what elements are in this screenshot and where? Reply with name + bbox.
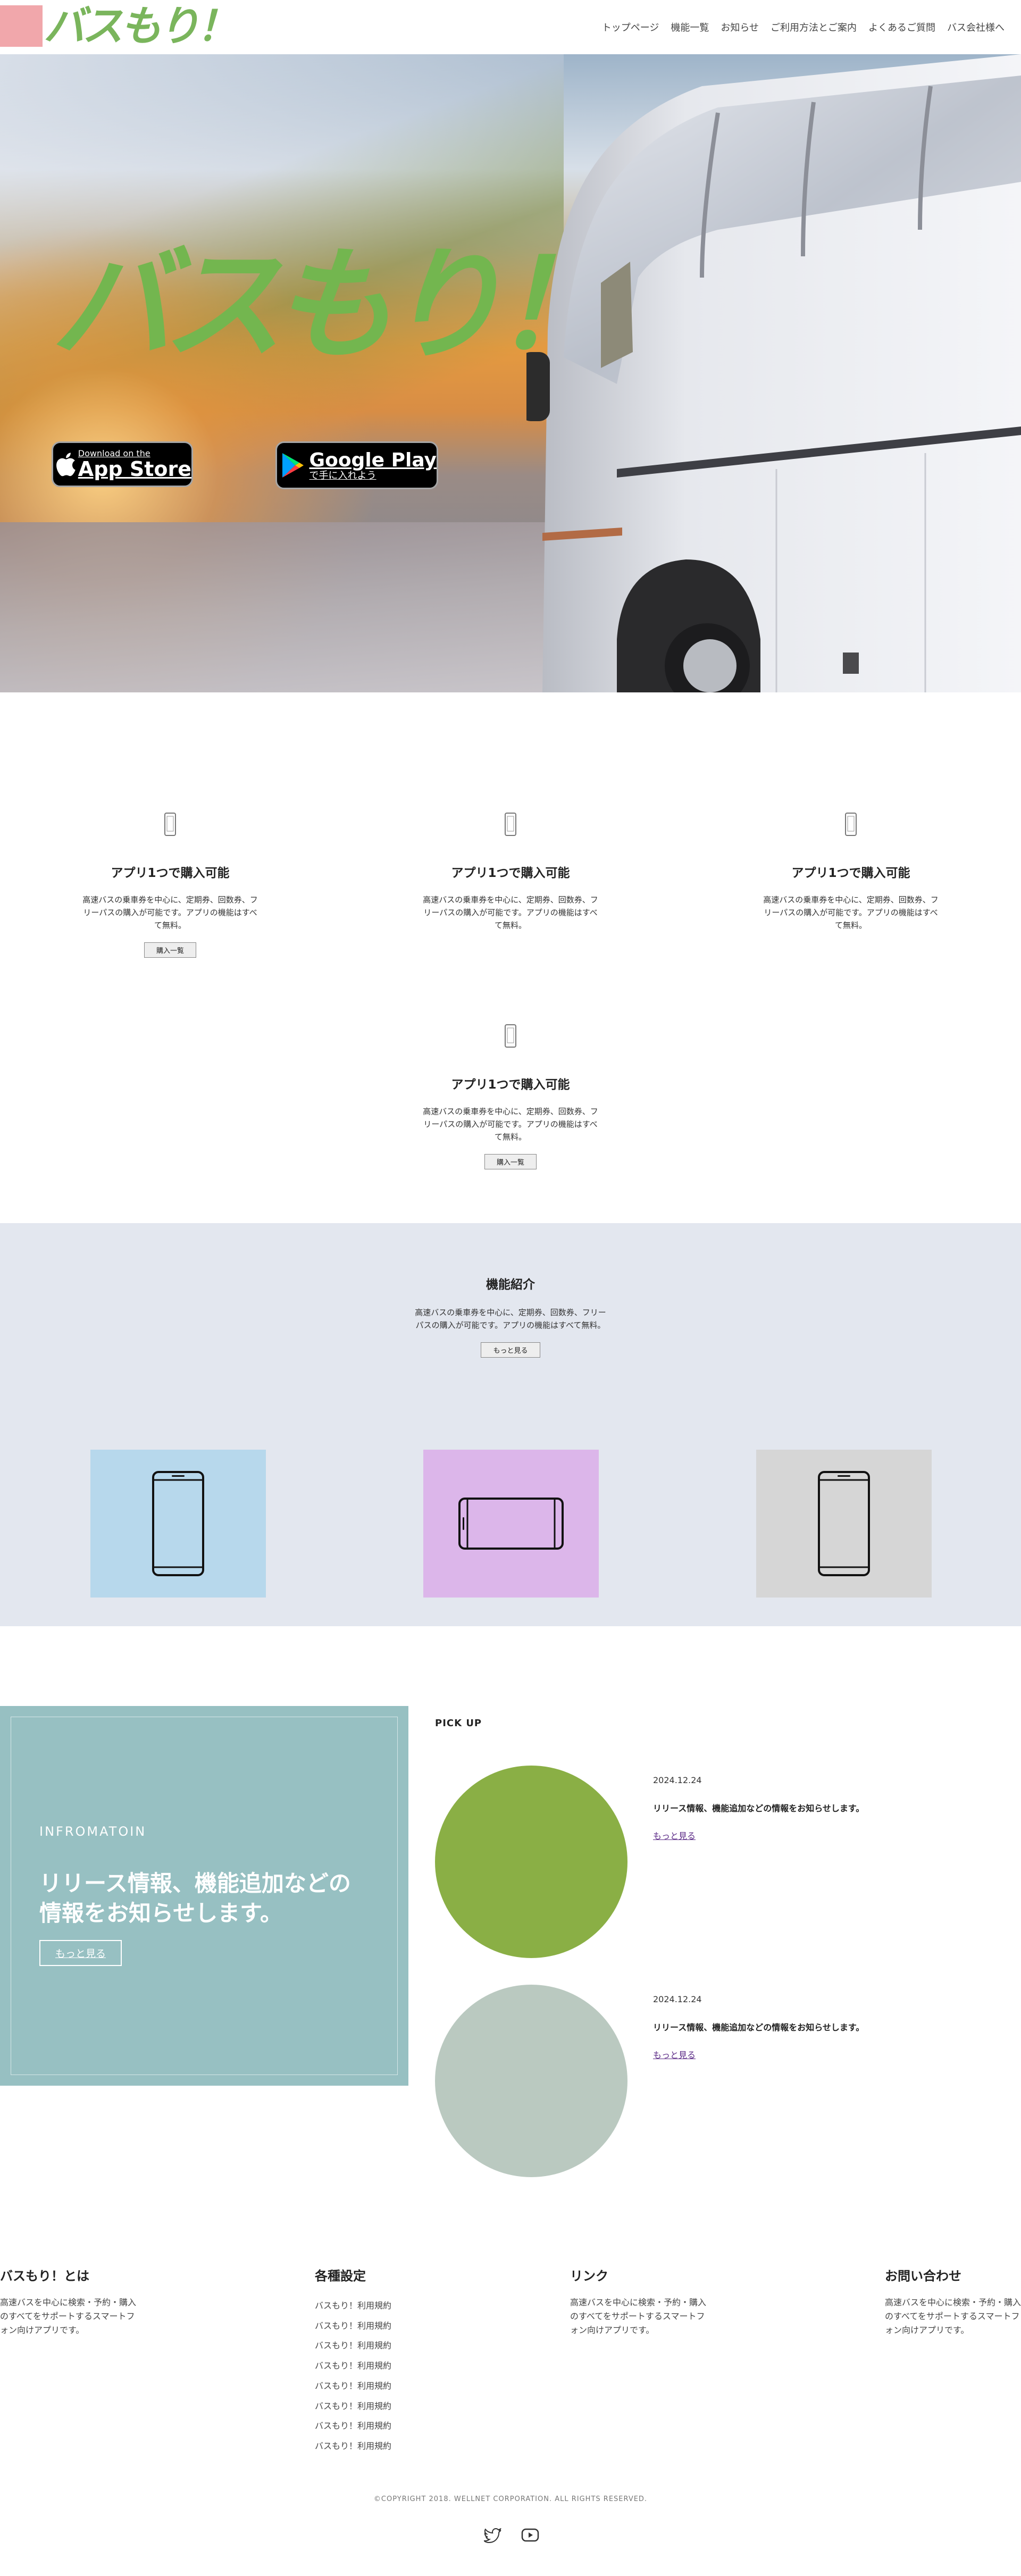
- google-play-icon: [277, 452, 309, 479]
- hero-road: [0, 522, 564, 692]
- smartphone-icon: [505, 813, 516, 836]
- footer-contact: お問い合わせ 高速バスを中心に検索・予約・購入のすべてをサポートするスマートフォ…: [885, 2265, 1021, 2337]
- feature-text: 高速バスの乗車券を中心に、定期券、回数券、フリーパスの購入が可能です。アプリの機…: [82, 895, 258, 930]
- feature-text: 高速バスの乗車券を中心に、定期券、回数券、フリーパスの購入が可能です。アプリの機…: [423, 895, 598, 930]
- footer-settings-link[interactable]: バスもり！利用規約: [315, 2416, 391, 2436]
- nav-bus-companies[interactable]: バス会社様へ: [941, 20, 1010, 34]
- app-store-line2: App Store: [78, 457, 191, 481]
- feature-card: アプリ1つで購入可能 高速バスの乗車券を中心に、定期券、回数券、フリーパスの購入…: [755, 813, 947, 932]
- main-nav: トップページ 機能一覧 お知らせ ご利用方法とご案内 よくあるご質問 バス会社様…: [596, 20, 1010, 34]
- post-thumbnail[interactable]: [435, 1985, 627, 2177]
- hero: バスもり！ Download on the App Store Google P…: [0, 54, 1021, 692]
- feature-text: 高速バスの乗車券を中心に、定期券、回数券、フリーパスの購入が可能です。アプリの機…: [423, 1107, 598, 1142]
- footer-settings-link[interactable]: バスもり！利用規約: [315, 2356, 391, 2376]
- feature-tile[interactable]: [90, 1450, 266, 1598]
- footer-settings-link[interactable]: バスもり！利用規約: [315, 2296, 391, 2316]
- footer-settings-link[interactable]: バスもり！利用規約: [315, 2336, 391, 2356]
- intro-header: 機能紹介 高速バスの乗車券を中心に、定期券、回数券、フリーパスの購入が可能です。…: [415, 1274, 606, 1358]
- footer-contact-title: お問い合わせ: [885, 2269, 961, 2284]
- nav-guide[interactable]: ご利用方法とご案内: [765, 20, 863, 34]
- smartphone-icon: [164, 813, 176, 836]
- nav-top[interactable]: トップページ: [596, 20, 665, 34]
- nav-faq[interactable]: よくあるご質問: [863, 20, 941, 34]
- smartphone-icon: [505, 1024, 516, 1048]
- footer-settings-link[interactable]: バスもり！利用規約: [315, 2376, 391, 2396]
- nav-news[interactable]: お知らせ: [715, 20, 765, 34]
- apple-icon: [53, 451, 78, 477]
- feature-title: アプリ1つで購入可能: [451, 1078, 570, 1092]
- google-play-line1: で手に入れよう: [309, 470, 376, 481]
- footer-settings-link[interactable]: バスもり！利用規約: [315, 2316, 391, 2336]
- intro-text: 高速バスの乗車券を中心に、定期券、回数券、フリーパスの購入が可能です。アプリの機…: [415, 1308, 606, 1330]
- feature-tile[interactable]: [423, 1450, 599, 1598]
- google-play-badge[interactable]: Google Play で手に入れよう: [275, 441, 438, 489]
- app-store-badge[interactable]: Download on the App Store: [52, 441, 193, 487]
- smartphone-landscape-icon: [458, 1498, 564, 1550]
- intro-title: 機能紹介: [486, 1278, 535, 1292]
- pickup-heading: PICK UP: [435, 1718, 482, 1729]
- post-date: 2024.12.24: [653, 1994, 702, 2004]
- footer-settings-list: バスもり！利用規約 バスもり！利用規約 バスもり！利用規約 バスもり！利用規約 …: [315, 2296, 391, 2456]
- youtube-icon[interactable]: [521, 2528, 539, 2542]
- feature-card: アプリ1つで購入可能 高速バスの乗車券を中心に、定期券、回数券、フリーパスの購入…: [415, 813, 606, 932]
- footer-settings: 各種設定 バスもり！利用規約 バスもり！利用規約 バスもり！利用規約 バスもり！…: [315, 2265, 391, 2456]
- information-headline: リリース情報、機能追加などの情報をお知らせします。: [39, 1870, 351, 1926]
- post-more-link[interactable]: もっと見る: [653, 1829, 696, 1842]
- feature-title: アプリ1つで購入可能: [111, 866, 230, 880]
- feature-text: 高速バスの乗車券を中心に、定期券、回数券、フリーパスの購入が可能です。アプリの機…: [763, 895, 939, 930]
- footer-settings-link[interactable]: バスもり！利用規約: [315, 2396, 391, 2416]
- footer-about-text: 高速バスを中心に検索・予約・購入のすべてをサポートするスマートフォン向けアプリで…: [0, 2297, 137, 2335]
- post-item: 2024.12.24 リリース情報、機能追加などの情報をお知らせします。 もっと…: [653, 1775, 972, 1842]
- feature-card: アプリ1つで購入可能 高速バスの乗車券を中心に、定期券、回数券、フリーパスの購入…: [74, 813, 266, 958]
- post-date: 2024.12.24: [653, 1775, 702, 1785]
- hero-title: バスもり！: [51, 235, 616, 377]
- footer-about-title: バスもり！とは: [0, 2269, 89, 2284]
- feature-card: アプリ1つで購入可能 高速バスの乗車券を中心に、定期券、回数券、フリーパスの購入…: [415, 1024, 606, 1169]
- information-box: INFROMATOIN リリース情報、機能追加などの情報をお知らせします。 もっ…: [0, 1706, 408, 2086]
- news-section: INFROMATOIN リリース情報、機能追加などの情報をお知らせします。 もっ…: [0, 1626, 1021, 2195]
- footer-links-text: 高速バスを中心に検索・予約・購入のすべてをサポートするスマートフォン向けアプリで…: [570, 2297, 707, 2335]
- google-play-line2: Google Play: [309, 449, 437, 471]
- site-header: バスもり！ トップページ 機能一覧 お知らせ ご利用方法とご案内 よくあるご質問…: [0, 0, 1021, 54]
- feature-intro-section: 機能紹介 高速バスの乗車券を中心に、定期券、回数券、フリーパスの購入が可能です。…: [0, 1223, 1021, 1626]
- social-links: [484, 2528, 539, 2543]
- intro-more-button[interactable]: もっと見る: [481, 1342, 540, 1358]
- footer-about: バスもり！とは 高速バスを中心に検索・予約・購入のすべてをサポートするスマートフ…: [0, 2265, 140, 2337]
- post-thumbnail[interactable]: [435, 1766, 627, 1958]
- feature-title: アプリ1つで購入可能: [791, 866, 910, 880]
- feature-button[interactable]: 購入一覧: [484, 1154, 537, 1169]
- information-more-button[interactable]: もっと見る: [39, 1940, 122, 1966]
- twitter-icon[interactable]: [484, 2528, 502, 2543]
- logo-mark[interactable]: [0, 5, 43, 47]
- smartphone-icon: [845, 813, 857, 836]
- site-footer: バスもり！とは 高速バスを中心に検索・予約・購入のすべてをサポートするスマートフ…: [0, 2195, 1021, 2576]
- smartphone-portrait-icon: [152, 1471, 204, 1576]
- copyright: ©COPYRIGHT 2018. WELLNET CORPORATION. AL…: [373, 2495, 648, 2503]
- smartphone-portrait-icon: [818, 1471, 870, 1576]
- features-section: アプリ1つで購入可能 高速バスの乗車券を中心に、定期券、回数券、フリーパスの購入…: [0, 692, 1021, 1223]
- post-item: 2024.12.24 リリース情報、機能追加などの情報をお知らせします。 もっと…: [653, 1994, 972, 2061]
- footer-settings-title: 各種設定: [315, 2269, 366, 2284]
- logo-text[interactable]: バスもり！: [44, 1, 238, 52]
- footer-settings-link[interactable]: バスもり！利用規約: [315, 2436, 391, 2456]
- post-title: リリース情報、機能追加などの情報をお知らせします。: [653, 2022, 865, 2033]
- footer-links: リンク 高速バスを中心に検索・予約・購入のすべてをサポートするスマートフォン向け…: [570, 2265, 710, 2337]
- information-label: INFROMATOIN: [39, 1824, 147, 1839]
- post-more-link[interactable]: もっと見る: [653, 2048, 696, 2061]
- feature-title: アプリ1つで購入可能: [451, 866, 570, 880]
- footer-links-title: リンク: [570, 2269, 608, 2284]
- nav-features[interactable]: 機能一覧: [665, 20, 715, 34]
- post-title: リリース情報、機能追加などの情報をお知らせします。: [653, 1803, 865, 1813]
- feature-tile[interactable]: [756, 1450, 932, 1598]
- footer-contact-text: 高速バスを中心に検索・予約・購入のすべてをサポートするスマートフォン向けアプリで…: [885, 2297, 1021, 2335]
- feature-button[interactable]: 購入一覧: [144, 942, 196, 958]
